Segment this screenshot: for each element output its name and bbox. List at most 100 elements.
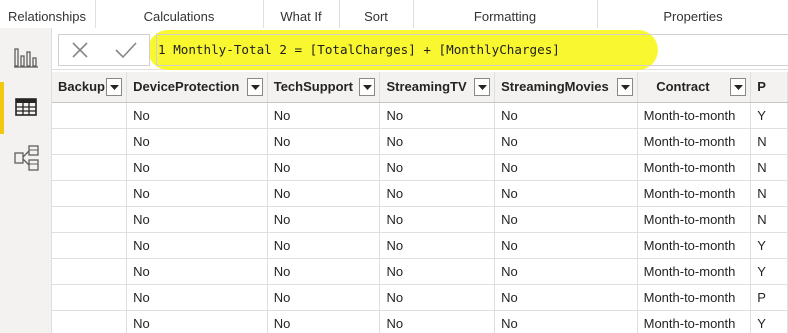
column-header-p[interactable]: P (750, 72, 788, 103)
table-cell[interactable]: Month-to-month (637, 310, 752, 333)
model-view-button[interactable] (0, 132, 52, 184)
ribbon-group-calculations: Calculations (143, 9, 215, 24)
table-cell[interactable]: Y (750, 310, 788, 333)
table-cell[interactable]: N (750, 180, 788, 207)
chevron-down-icon (478, 85, 488, 90)
table-cell[interactable]: No (267, 154, 381, 181)
table-cell[interactable]: No (126, 128, 268, 155)
table-cell[interactable]: Y (750, 232, 788, 259)
table-cell[interactable]: No (379, 232, 496, 259)
table-cell[interactable]: N (750, 128, 788, 155)
check-icon (115, 42, 137, 59)
table-cell[interactable]: No (267, 232, 381, 259)
table-cell[interactable]: No (267, 310, 381, 333)
column-header-label: TechSupport (273, 79, 353, 95)
table-cell[interactable]: No (267, 128, 381, 155)
data-view-button[interactable] (0, 82, 52, 134)
column-filter-button[interactable] (616, 78, 633, 96)
table-cell[interactable]: No (126, 232, 268, 259)
table-cell[interactable]: No (494, 154, 638, 181)
table-cell[interactable]: No (126, 180, 268, 207)
table-row: No No No No Month-to-month Y (52, 102, 788, 129)
model-icon (14, 145, 39, 171)
column-header-label: StreamingTV (386, 79, 467, 95)
table-cell[interactable]: No (267, 102, 381, 129)
table-cell[interactable]: Month-to-month (637, 232, 752, 259)
table-cell[interactable]: Month-to-month (637, 154, 752, 181)
table-icon (15, 98, 37, 116)
table-cell[interactable]: No (494, 206, 638, 233)
table-cell[interactable]: No (126, 206, 268, 233)
table-cell[interactable]: Month-to-month (637, 128, 752, 155)
table-cell[interactable]: No (494, 258, 638, 285)
formula-buttons (58, 34, 150, 66)
table-cell[interactable]: Month-to-month (637, 258, 752, 285)
table-cell[interactable]: Month-to-month (637, 102, 752, 129)
table-cell[interactable]: Y (750, 258, 788, 285)
column-header-streamingmovies[interactable]: StreamingMovies (494, 72, 638, 103)
table-cell[interactable]: N (750, 206, 788, 233)
table-cell[interactable] (52, 310, 128, 333)
table-cell[interactable]: Month-to-month (637, 180, 752, 207)
column-filter-button[interactable] (730, 78, 747, 96)
data-grid: Backup DeviceProtection TechSupport Stre… (52, 72, 788, 333)
table-cell[interactable]: Month-to-month (637, 206, 752, 233)
table-cell[interactable] (52, 258, 128, 285)
formula-text[interactable]: 1 Monthly-Total 2 = [TotalCharges] + [Mo… (158, 42, 560, 57)
bar-chart-icon (14, 48, 38, 68)
table-cell[interactable]: No (494, 284, 638, 311)
table-cell[interactable]: No (126, 154, 268, 181)
table-cell[interactable]: No (126, 102, 268, 129)
table-cell[interactable]: No (494, 310, 638, 333)
formula-expression: Monthly-Total 2 = [TotalCharges] + [Mont… (173, 42, 560, 57)
table-cell[interactable]: No (379, 154, 496, 181)
table-cell[interactable]: No (126, 310, 268, 333)
table-cell[interactable]: N (750, 154, 788, 181)
table-cell[interactable]: No (379, 102, 496, 129)
table-cell[interactable]: No (494, 128, 638, 155)
cancel-formula-button[interactable] (67, 39, 95, 63)
table-cell[interactable]: No (379, 180, 496, 207)
column-header-deviceprotection[interactable]: DeviceProtection (126, 72, 268, 103)
table-cell[interactable]: Month-to-month (637, 284, 752, 311)
table-cell[interactable] (52, 206, 128, 233)
column-filter-button[interactable] (106, 78, 123, 96)
table-cell[interactable] (52, 232, 128, 259)
table-cell[interactable]: No (267, 206, 381, 233)
column-header-contract[interactable]: Contract (637, 72, 752, 103)
table-cell[interactable]: No (126, 284, 268, 311)
table-cell[interactable] (52, 128, 128, 155)
table-cell[interactable]: No (267, 180, 381, 207)
table-cell[interactable] (52, 154, 128, 181)
column-header-backup[interactable]: Backup (52, 72, 128, 103)
table-cell[interactable]: No (379, 128, 496, 155)
table-cell[interactable]: No (494, 102, 638, 129)
column-filter-button[interactable] (246, 78, 263, 96)
table-cell[interactable]: No (494, 232, 638, 259)
ribbon-group-properties: Properties (663, 9, 723, 24)
table-cell[interactable]: No (494, 180, 638, 207)
column-header-streamingtv[interactable]: StreamingTV (379, 72, 496, 103)
table-cell[interactable]: No (267, 258, 381, 285)
column-header-techsupport[interactable]: TechSupport (267, 72, 381, 103)
table-cell[interactable]: No (379, 258, 496, 285)
table-row: No No No No Month-to-month N (52, 128, 788, 155)
table-cell[interactable]: No (267, 284, 381, 311)
table-cell[interactable]: No (379, 310, 496, 333)
table-cell[interactable] (52, 180, 128, 207)
report-view-button[interactable] (0, 32, 52, 84)
table-cell[interactable]: P (750, 284, 788, 311)
table-row: No No No No Month-to-month N (52, 206, 788, 233)
table-row: No No No No Month-to-month N (52, 180, 788, 207)
column-filter-button[interactable] (359, 78, 376, 96)
table-cell[interactable]: No (126, 258, 268, 285)
table-cell[interactable] (52, 102, 128, 129)
table-cell[interactable]: No (379, 206, 496, 233)
column-header-label: P (757, 79, 766, 95)
chevron-down-icon (250, 85, 260, 90)
commit-formula-button[interactable] (111, 39, 139, 63)
column-filter-button[interactable] (474, 78, 491, 96)
table-cell[interactable]: Y (750, 102, 788, 129)
table-cell[interactable] (52, 284, 128, 311)
table-cell[interactable]: No (379, 284, 496, 311)
